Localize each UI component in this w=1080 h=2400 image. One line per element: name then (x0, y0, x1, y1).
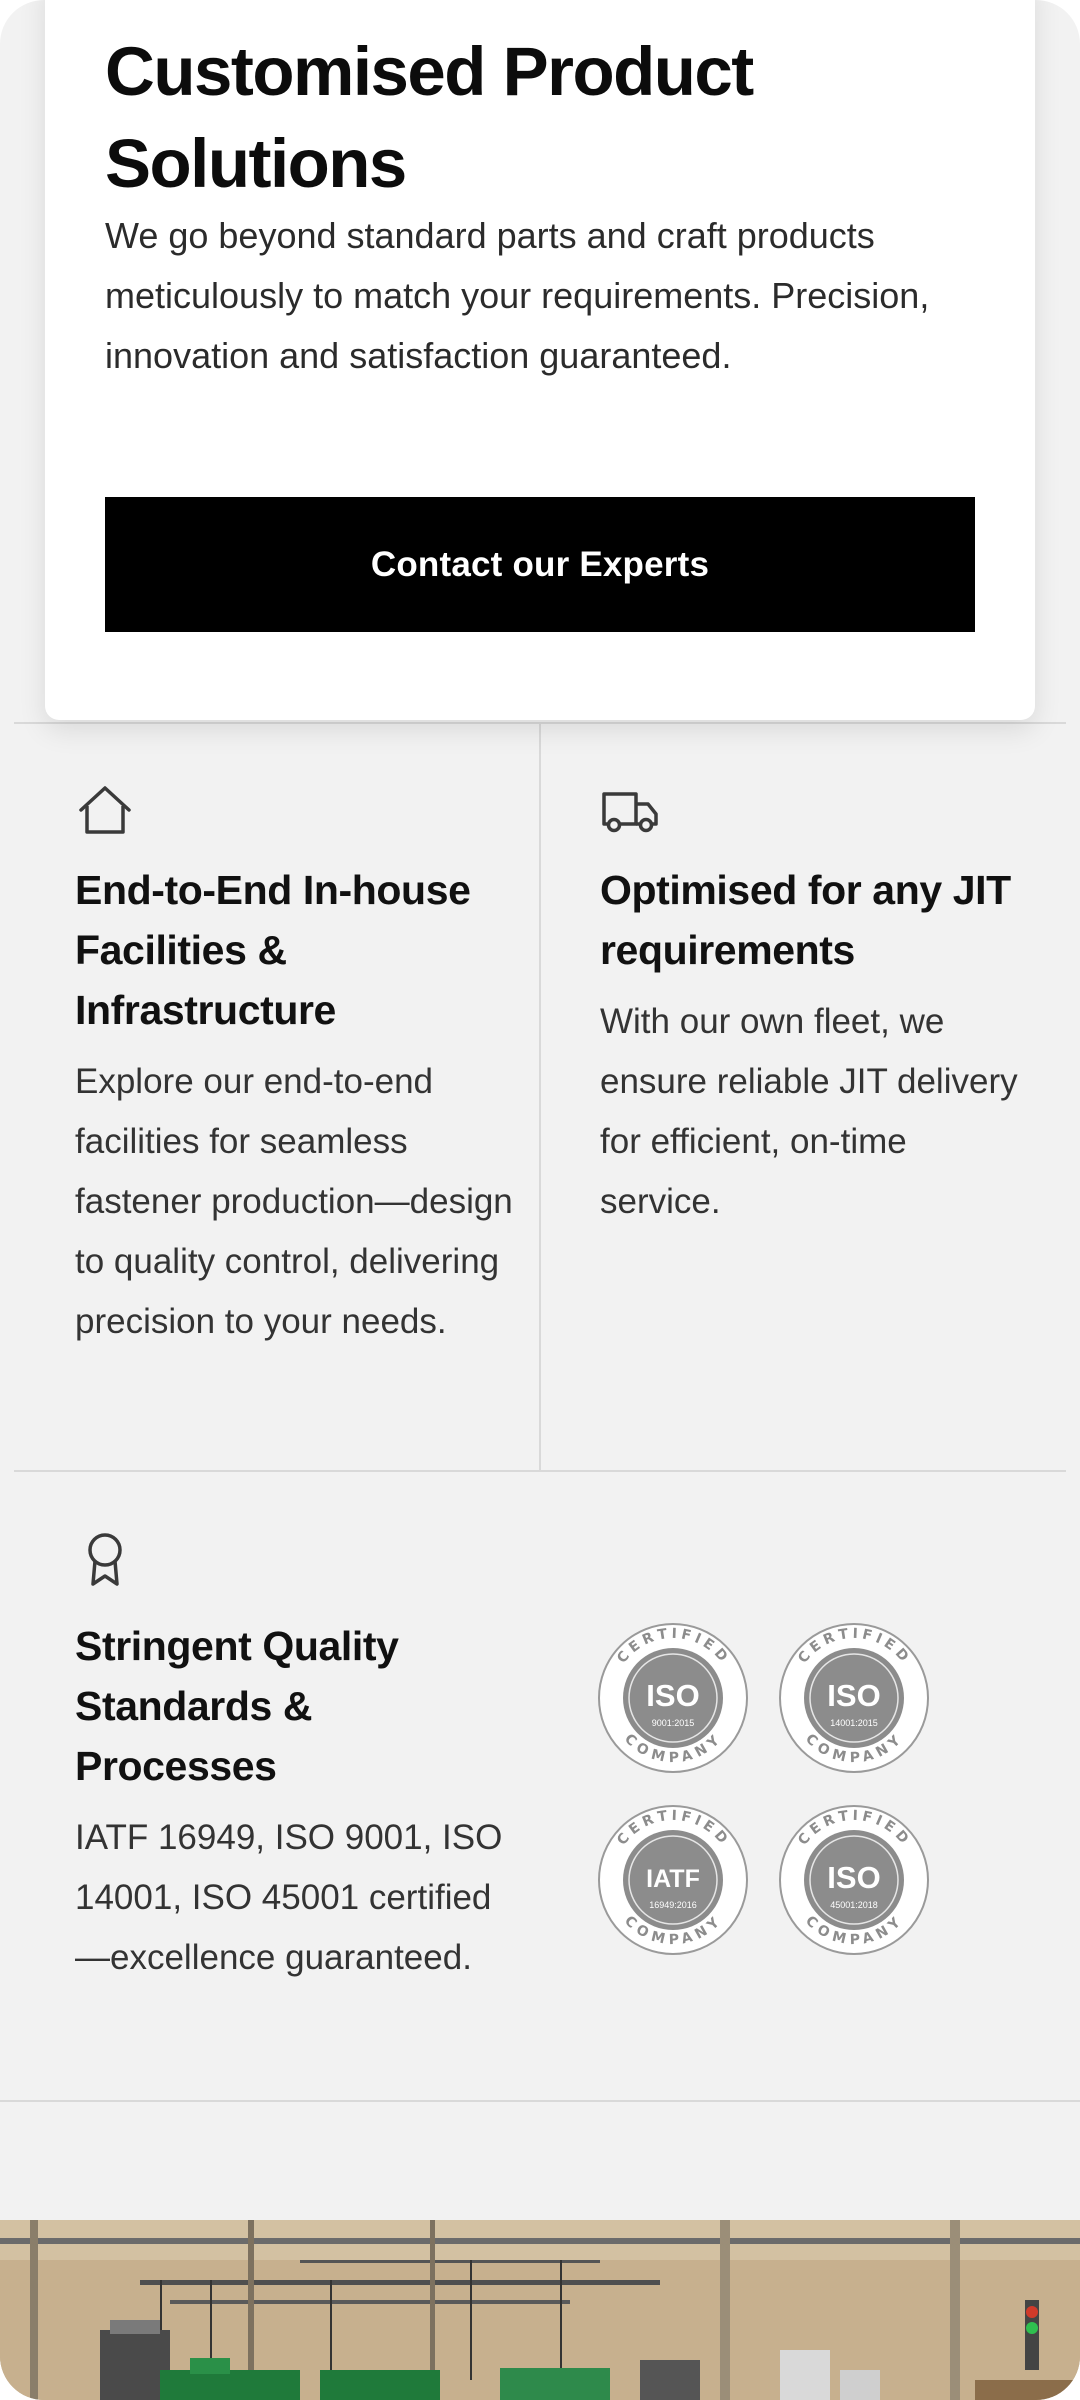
page-screen: Customised Product Solutions We go beyon… (0, 0, 1080, 2400)
certified-badge: CERTIFIED COMPANY ISO 45001:2018 (779, 1805, 929, 1955)
divider (539, 724, 541, 1470)
svg-text:ISO: ISO (827, 1860, 880, 1895)
svg-text:ISO: ISO (827, 1678, 880, 1713)
feature-description: With our own fleet, we ensure reliable J… (600, 1002, 1018, 1221)
feature-description: IATF 16949, ISO 9001, ISO 14001, ISO 450… (75, 1818, 503, 1977)
factory-floor-illustration (0, 2220, 1080, 2400)
hero-card: Customised Product Solutions We go beyon… (45, 0, 1035, 720)
contact-experts-button[interactable]: Contact our Experts (105, 497, 975, 632)
svg-text:16949:2016: 16949:2016 (649, 1900, 697, 1910)
hero-title: Customised Product Solutions (105, 33, 754, 202)
svg-text:9001:2015: 9001:2015 (652, 1718, 695, 1728)
house-icon (79, 786, 131, 834)
svg-text:IATF: IATF (646, 1865, 700, 1893)
truck-icon (602, 792, 658, 833)
certified-badge: CERTIFIED COMPANY ISO 14001:2015 (779, 1623, 929, 1773)
feature-quality: Stringent Quality Standards & Processes … (75, 1528, 515, 1988)
feature-title: End-to-End In-house Facilities & Infrast… (75, 867, 471, 1033)
hero-description: We go beyond standard parts and craft pr… (105, 215, 930, 376)
svg-text:45001:2018: 45001:2018 (830, 1900, 878, 1910)
award-ribbon-icon (88, 1533, 122, 1586)
feature-description: Explore our end-to-end facilities for se… (75, 1062, 513, 1341)
svg-text:14001:2015: 14001:2015 (830, 1718, 878, 1728)
svg-text:ISO: ISO (646, 1678, 699, 1713)
feature-facilities: End-to-End In-house Facilities & Infrast… (75, 780, 515, 1352)
certified-badge: CERTIFIED COMPANY ISO 9001:2015 (598, 1623, 748, 1773)
certification-badges: CERTIFIED COMPANY ISO 9001:2015 CERTIFIE… (597, 1622, 932, 1957)
factory-photo (0, 2220, 1080, 2400)
certified-badge: CERTIFIED COMPANY IATF 16949:2016 (598, 1805, 748, 1955)
feature-title: Optimised for any JIT requirements (600, 867, 1011, 973)
feature-jit: Optimised for any JIT requirements With … (600, 780, 1020, 1232)
feature-title: Stringent Quality Standards & Processes (75, 1623, 399, 1789)
divider (14, 1470, 1066, 1472)
divider (0, 2100, 1080, 2102)
